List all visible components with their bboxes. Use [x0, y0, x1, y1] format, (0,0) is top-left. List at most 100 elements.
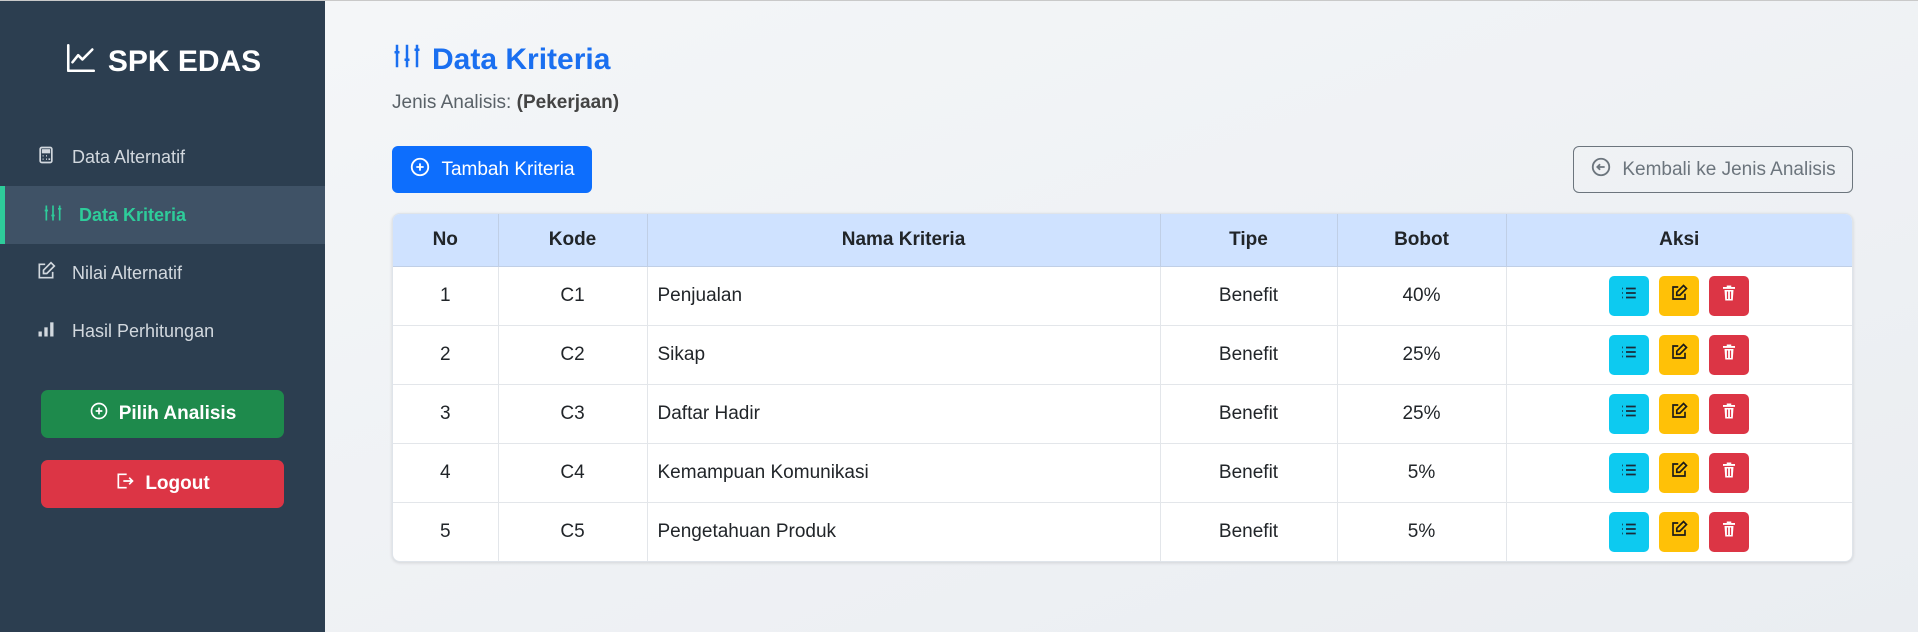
cell-bobot: 25% [1337, 325, 1507, 385]
cell-no: 5 [393, 502, 499, 561]
detail-button[interactable] [1609, 334, 1650, 375]
cell-nama: Daftar Hadir [647, 384, 1161, 444]
table-row: 1 C1 Penjualan Benefit 40% [393, 266, 1852, 326]
delete-button[interactable] [1709, 275, 1750, 316]
edit-button[interactable] [1659, 334, 1700, 375]
brand-text: SPK EDAS [107, 45, 262, 78]
table-row: 2 C2 Sikap Benefit 25% [393, 325, 1852, 385]
edit-button[interactable] [1659, 511, 1700, 552]
header-no: No [393, 214, 499, 267]
bar-chart-icon [36, 319, 56, 344]
tambah-kriteria-label: Tambah Kriteria [441, 158, 575, 180]
trash-icon [1720, 520, 1738, 544]
sidebar: SPK EDAS Data Alternatif Data Kriteria N… [0, 1, 325, 632]
header-tipe: Tipe [1160, 214, 1338, 267]
cell-tipe: Benefit [1160, 443, 1338, 503]
cell-no: 2 [393, 325, 499, 385]
sidebar-item-nilai-alternatif[interactable]: Nilai Alternatif [0, 244, 325, 302]
sidebar-item-label: Hasil Perhitungan [72, 320, 215, 341]
detail-button[interactable] [1609, 511, 1650, 552]
logout-icon [115, 471, 135, 497]
trash-icon [1720, 284, 1738, 308]
subtitle-prefix: Jenis Analisis: [392, 92, 517, 113]
edit-icon [1670, 342, 1688, 367]
table-row: 3 C3 Daftar Hadir Benefit 25% [393, 384, 1852, 444]
cell-tipe: Benefit [1160, 325, 1338, 385]
cell-kode: C2 [498, 325, 648, 385]
subtitle-value: (Pekerjaan) [516, 92, 620, 113]
trash-icon [1720, 461, 1738, 485]
edit-icon [1670, 460, 1688, 485]
cell-kode: C1 [498, 266, 648, 326]
page-title: Data Kriteria [392, 41, 610, 79]
cell-aksi [1506, 502, 1852, 561]
sidebar-item-label: Nilai Alternatif [72, 262, 183, 283]
analysis-subtitle: Jenis Analisis: (Pekerjaan) [392, 92, 619, 114]
sliders-icon [392, 41, 422, 79]
line-chart-icon [64, 41, 98, 83]
detail-button[interactable] [1609, 452, 1650, 493]
cell-nama: Kemampuan Komunikasi [647, 443, 1161, 503]
plus-circle-icon [409, 156, 431, 184]
delete-button[interactable] [1709, 393, 1750, 434]
header-aksi: Aksi [1506, 214, 1852, 267]
edit-button[interactable] [1659, 393, 1700, 434]
sidebar-item-hasil-perhitungan[interactable]: Hasil Perhitungan [0, 302, 325, 360]
table-row: 5 C5 Pengetahuan Produk Benefit 5% [393, 502, 1852, 561]
edit-button[interactable] [1659, 275, 1700, 316]
logout-label: Logout [145, 473, 210, 494]
cell-bobot: 5% [1337, 443, 1507, 503]
arrow-left-circle-icon [1590, 156, 1612, 184]
list-icon [1620, 461, 1638, 485]
cell-bobot: 5% [1337, 502, 1507, 561]
cell-aksi [1506, 384, 1852, 444]
cell-kode: C3 [498, 384, 648, 444]
brand[interactable]: SPK EDAS [0, 41, 325, 83]
kriteria-table: No Kode Nama Kriteria Tipe Bobot Aksi 1 … [392, 213, 1853, 562]
edit-icon [1670, 520, 1688, 544]
kembali-button[interactable]: Kembali ke Jenis Analisis [1573, 146, 1853, 193]
sidebar-item-data-alternatif[interactable]: Data Alternatif [0, 128, 325, 186]
edit-icon [36, 260, 56, 286]
cell-kode: C5 [498, 502, 648, 561]
list-icon [1620, 343, 1638, 367]
cell-no: 3 [393, 384, 499, 444]
table-header-row: No Kode Nama Kriteria Tipe Bobot Aksi [393, 214, 1852, 267]
cell-aksi [1506, 325, 1852, 385]
page-title-text: Data Kriteria [432, 43, 611, 76]
cell-bobot: 25% [1337, 384, 1507, 444]
list-icon [1620, 520, 1638, 544]
sidebar-item-label: Data Alternatif [72, 146, 186, 167]
edit-icon [1670, 283, 1688, 308]
cell-nama: Sikap [647, 325, 1161, 385]
trash-icon [1720, 402, 1738, 426]
tambah-kriteria-button[interactable]: Tambah Kriteria [392, 146, 592, 193]
delete-button[interactable] [1709, 511, 1750, 552]
plus-circle-icon [89, 401, 109, 427]
sidebar-item-data-kriteria[interactable]: Data Kriteria [0, 186, 325, 244]
cell-tipe: Benefit [1160, 266, 1338, 326]
header-nama: Nama Kriteria [647, 214, 1161, 267]
kembali-label: Kembali ke Jenis Analisis [1622, 158, 1836, 180]
cell-bobot: 40% [1337, 266, 1507, 326]
pilih-analisis-button[interactable]: Pilih Analisis [41, 390, 284, 438]
sidebar-nav: Data Alternatif Data Kriteria Nilai Alte… [0, 128, 325, 360]
cell-nama: Penjualan [647, 266, 1161, 326]
detail-button[interactable] [1609, 275, 1650, 316]
cell-nama: Pengetahuan Produk [647, 502, 1161, 561]
edit-button[interactable] [1659, 452, 1700, 493]
list-icon [1620, 284, 1638, 308]
sliders-icon [43, 203, 63, 228]
edit-icon [1670, 401, 1688, 426]
list-icon [1620, 402, 1638, 426]
header-bobot: Bobot [1337, 214, 1507, 267]
cell-no: 4 [393, 443, 499, 503]
logout-button[interactable]: Logout [41, 460, 284, 508]
cell-aksi [1506, 266, 1852, 326]
delete-button[interactable] [1709, 452, 1750, 493]
delete-button[interactable] [1709, 334, 1750, 375]
detail-button[interactable] [1609, 393, 1650, 434]
cell-tipe: Benefit [1160, 384, 1338, 444]
cell-kode: C4 [498, 443, 648, 503]
cell-tipe: Benefit [1160, 502, 1338, 561]
